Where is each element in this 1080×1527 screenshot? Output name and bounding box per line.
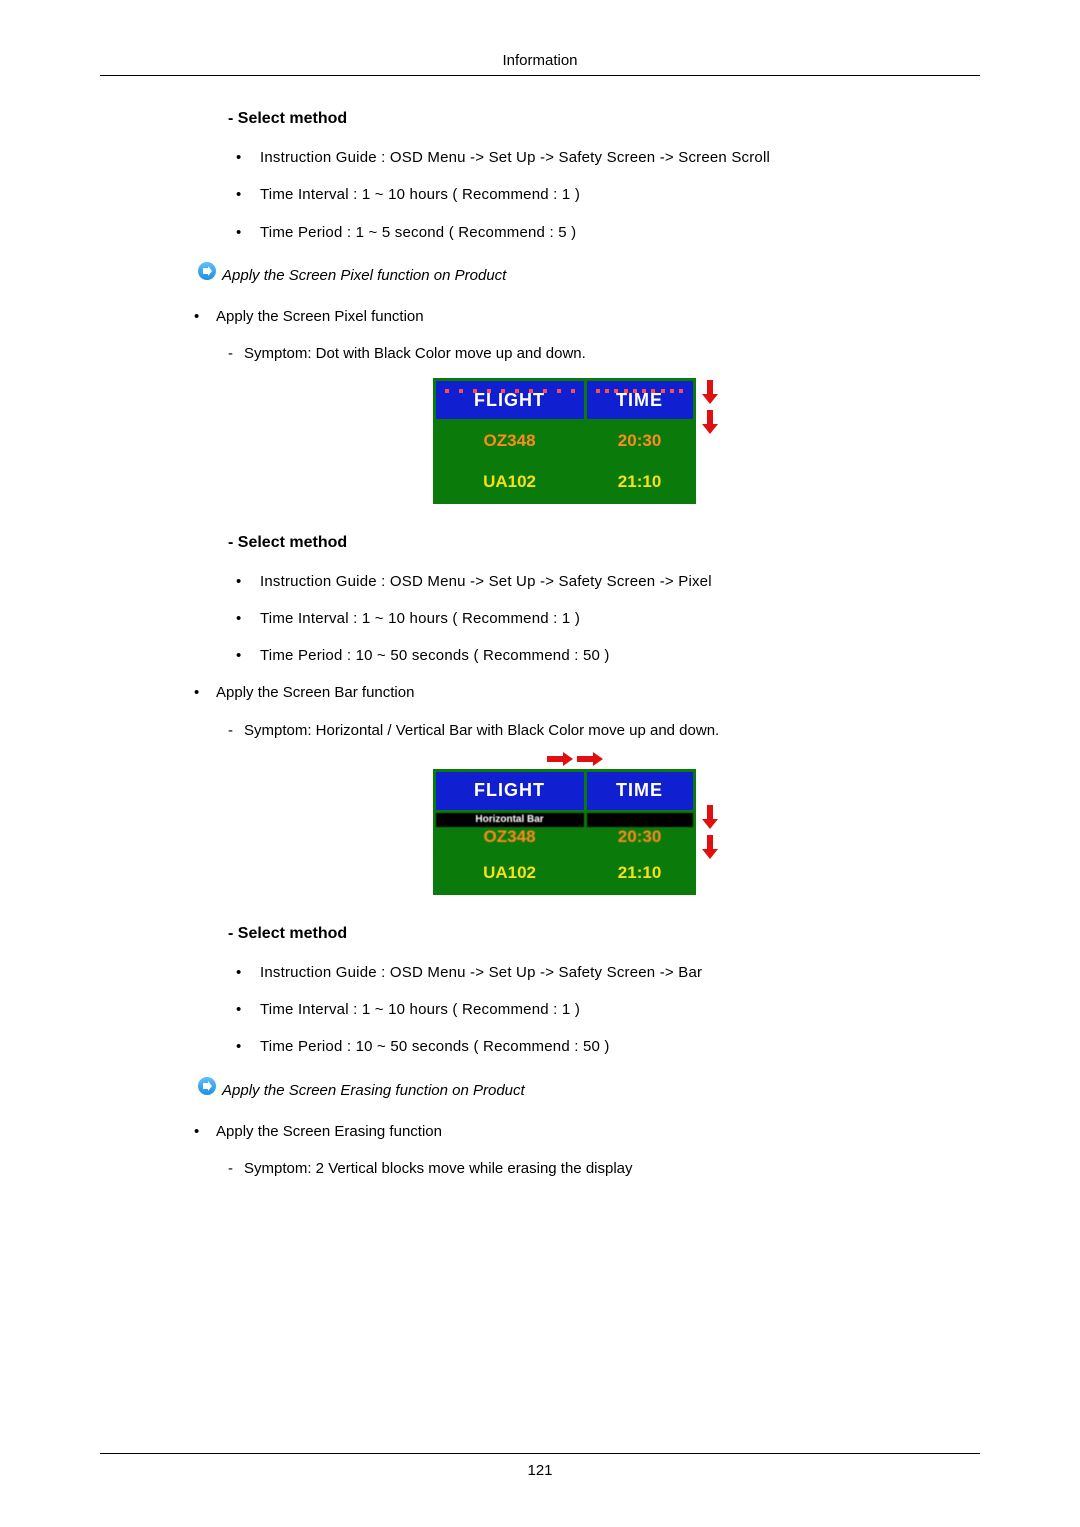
page-header: Information (100, 52, 980, 69)
list-item: Time Interval : 1 ~ 10 hours ( Recommend… (180, 998, 970, 1021)
arrow-circle-icon (198, 1077, 216, 1095)
list-item: Time Period : 1 ~ 5 second ( Recommend :… (180, 221, 970, 244)
board-head-cell: FLIGHT (434, 379, 585, 420)
symptom-bar: Symptom: Horizontal / Vertical Bar with … (180, 719, 970, 742)
footer-rule (100, 1453, 980, 1454)
apply-bar: Apply the Screen Bar function (180, 681, 970, 704)
arrow-down-icon (702, 835, 718, 859)
list-item: Time Interval : 1 ~ 10 hours ( Recommend… (180, 183, 970, 206)
section3-list: Instruction Guide : OSD Menu -> Set Up -… (180, 961, 970, 1059)
board-cell: UA102 (434, 852, 585, 893)
symptom-pixel: Symptom: Dot with Black Color move up an… (180, 342, 970, 365)
list-item: Instruction Guide : OSD Menu -> Set Up -… (180, 570, 970, 593)
list-item: Time Period : 10 ~ 50 seconds ( Recommen… (180, 1035, 970, 1058)
symptom-erasing: Symptom: 2 Vertical blocks move while er… (180, 1157, 970, 1180)
board-cell: OZ348 (434, 420, 585, 461)
arrow-down-icon (702, 380, 718, 404)
red-arrows-horizontal (547, 752, 603, 766)
list-item: Instruction Guide : OSD Menu -> Set Up -… (180, 961, 970, 984)
arrow-down-icon (702, 805, 718, 829)
select-method-heading-1: - Select method (228, 110, 970, 128)
red-arrows-vertical (702, 805, 718, 859)
list-item: Instruction Guide : OSD Menu -> Set Up -… (180, 146, 970, 169)
apply-erasing: Apply the Screen Erasing function (180, 1120, 970, 1143)
note-screen-pixel: Apply the Screen Pixel function on Produ… (180, 264, 970, 287)
board-head-cell: TIME (585, 379, 694, 420)
board-head-cell: FLIGHT (434, 770, 585, 811)
arrow-circle-icon (198, 262, 216, 280)
board-head-cell: TIME (585, 770, 694, 811)
red-arrows-vertical (702, 380, 718, 434)
arrow-right-icon (547, 752, 573, 766)
board-cell: UA102 (434, 461, 585, 502)
board-cell: 21:10 (585, 852, 694, 893)
board-cell: 20:30 (585, 811, 694, 852)
board-cell: 21:10 (585, 461, 694, 502)
board-cell: 20:30 (585, 420, 694, 461)
arrow-down-icon (702, 410, 718, 434)
board-cell: Horizontal Bar OZ348 (434, 811, 585, 852)
note-screen-erasing: Apply the Screen Erasing function on Pro… (180, 1079, 970, 1102)
apply-pixel: Apply the Screen Pixel function (180, 305, 970, 328)
footer: 121 (100, 1453, 980, 1479)
arrow-right-icon (577, 752, 603, 766)
page-number: 121 (100, 1462, 980, 1479)
list-item: Time Interval : 1 ~ 10 hours ( Recommend… (180, 607, 970, 630)
select-method-heading-2: - Select method (228, 534, 970, 552)
select-method-heading-3: - Select method (228, 925, 970, 943)
header-rule (100, 75, 980, 76)
content: - Select method Instruction Guide : OSD … (180, 110, 970, 1180)
list-item: Time Period : 10 ~ 50 seconds ( Recommen… (180, 644, 970, 667)
horizontal-bar-label: Horizontal Bar (436, 813, 584, 827)
section2-list: Instruction Guide : OSD Menu -> Set Up -… (180, 570, 970, 668)
figure-flight-board-1: FLIGHT TIME OZ348 20:30 UA102 21:10 (180, 378, 970, 504)
section1-list: Instruction Guide : OSD Menu -> Set Up -… (180, 146, 970, 244)
